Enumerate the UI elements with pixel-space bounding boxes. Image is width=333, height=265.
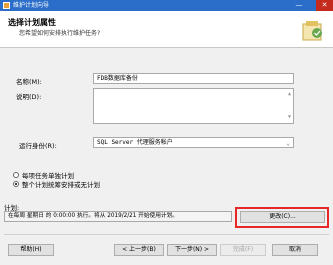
app-icon <box>3 2 10 9</box>
radio-circle-icon[interactable] <box>13 172 19 178</box>
window-titlebar: 维护计划向导 — ✕ <box>0 0 333 11</box>
scroll-up-icon[interactable]: ▲ <box>288 90 291 99</box>
window-title: 维护计划向导 <box>13 2 50 9</box>
run-as-select[interactable]: SQL Server 代理服务帐户 ⌄ <box>93 137 294 148</box>
footer-divider <box>4 234 329 235</box>
minimize-button[interactable]: — <box>292 0 306 11</box>
scroll-down-icon[interactable]: ▼ <box>288 113 291 122</box>
help-button[interactable]: 帮助(H) <box>8 244 54 256</box>
next-button[interactable]: 下一步(N) > <box>167 244 217 256</box>
back-button[interactable]: < 上一步(B) <box>114 244 164 256</box>
close-button[interactable]: ✕ <box>316 0 333 11</box>
name-field[interactable]: FDB数据库备份 <box>93 73 294 84</box>
schedule-field: 在每周 星期日 的 0:00:00 执行。将从 2019/2/21 开始使用计划… <box>4 211 232 222</box>
radio-checked-icon[interactable] <box>13 181 19 187</box>
radio-whole-plan-label: 整个计划统筹安排或无计划 <box>22 181 100 189</box>
page-subtitle: 您希望如何安排执行维护任务? <box>19 30 101 37</box>
description-label: 说明(D): <box>16 93 42 101</box>
wizard-art-icon <box>302 21 322 41</box>
run-as-label: 运行身份(R): <box>19 142 57 150</box>
radio-whole-plan[interactable]: 整个计划统筹安排或无计划 <box>13 179 100 189</box>
page-title: 选择计划属性 <box>8 18 56 27</box>
cancel-button[interactable]: 取消 <box>272 244 318 256</box>
chevron-down-icon: ⌄ <box>286 140 290 147</box>
finish-button[interactable]: 完成(F) <box>220 244 266 256</box>
run-as-value: SQL Server 代理服务帐户 <box>97 139 173 146</box>
highlight-box <box>235 207 329 228</box>
wizard-header: 选择计划属性 您希望如何安排执行维护任务? <box>0 11 333 48</box>
description-field[interactable]: ▲ ▼ <box>93 88 294 124</box>
name-label: 名称(M): <box>16 78 42 86</box>
